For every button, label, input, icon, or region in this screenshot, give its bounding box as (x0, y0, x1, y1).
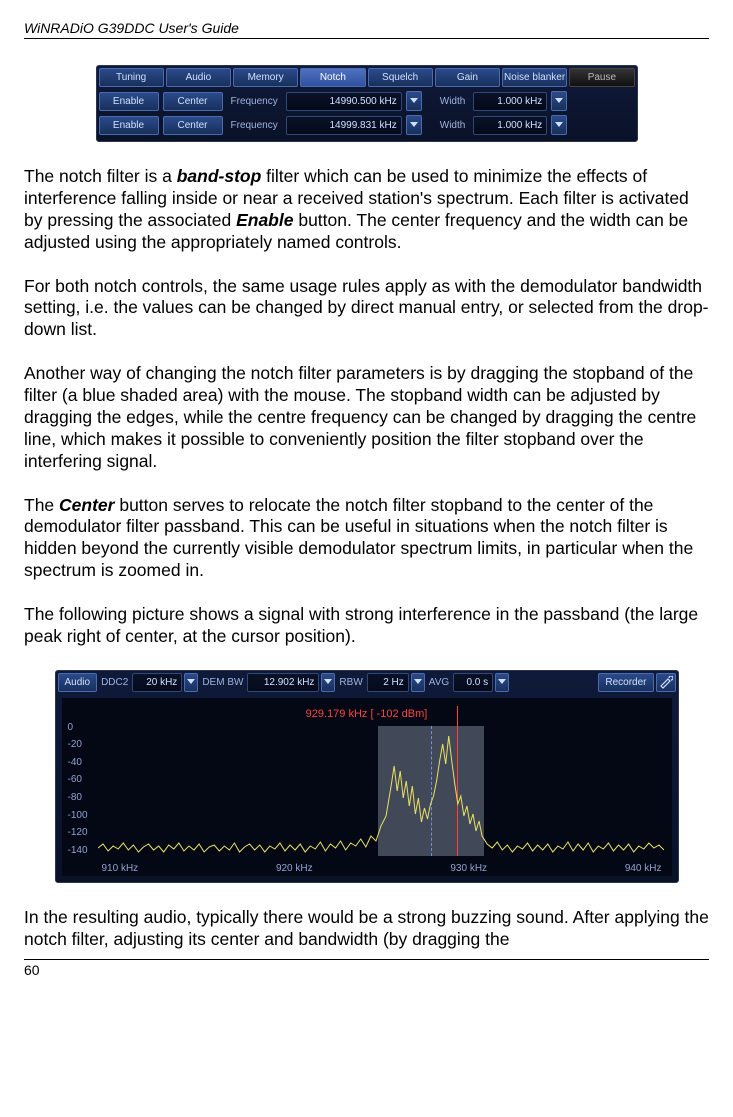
y-tick: -80 (68, 792, 88, 803)
frequency-input[interactable]: 14999.831 kHz (286, 116, 402, 135)
body-paragraph: In the resulting audio, typically there … (24, 907, 709, 951)
y-tick: -120 (68, 827, 88, 838)
page-header: WiNRADiO G39DDC User's Guide (24, 20, 709, 39)
body-paragraph: The following picture shows a signal wit… (24, 604, 709, 648)
y-tick: -60 (68, 774, 88, 785)
frequency-label: Frequency (227, 120, 282, 131)
tab-row: Tuning Audio Memory Notch Squelch Gain N… (99, 68, 635, 87)
x-tick: 910 kHz (102, 863, 139, 874)
width-dropdown[interactable] (551, 91, 567, 111)
text-bold: band-stop (177, 166, 262, 186)
width-label: Width (436, 120, 470, 131)
frequency-dropdown[interactable] (406, 91, 422, 111)
dembw-label: DEM BW (200, 677, 245, 688)
y-tick: -20 (68, 739, 88, 750)
rbw-dropdown[interactable] (411, 673, 425, 692)
text: The (24, 495, 59, 515)
frequency-label: Frequency (227, 96, 282, 107)
text-bold: Center (59, 495, 114, 515)
x-tick: 930 kHz (450, 863, 487, 874)
notch-row-1: Enable Center Frequency 14990.500 kHz Wi… (99, 91, 635, 111)
avg-dropdown[interactable] (495, 673, 509, 692)
recorder-button[interactable]: Recorder (598, 673, 653, 692)
avg-input[interactable]: 0.0 s (453, 673, 493, 692)
tab-audio[interactable]: Audio (166, 68, 231, 87)
text-bold: Enable (236, 210, 293, 230)
tab-squelch[interactable]: Squelch (368, 68, 433, 87)
spectrum-trace (98, 726, 664, 856)
notch-panel: Tuning Audio Memory Notch Squelch Gain N… (96, 65, 638, 142)
frequency-input[interactable]: 14990.500 kHz (286, 92, 402, 111)
enable-button[interactable]: Enable (99, 116, 159, 135)
x-tick: 920 kHz (276, 863, 313, 874)
tab-gain[interactable]: Gain (435, 68, 500, 87)
cursor-readout: 929.179 kHz [ -102 dBm] (306, 708, 428, 720)
width-input[interactable]: 1.000 kHz (473, 92, 547, 111)
tab-memory[interactable]: Memory (233, 68, 298, 87)
settings-icon[interactable] (656, 673, 676, 692)
width-label: Width (436, 96, 470, 107)
avg-label: AVG (427, 677, 451, 688)
page-number: 60 (24, 959, 709, 978)
x-tick: 940 kHz (625, 863, 662, 874)
width-input[interactable]: 1.000 kHz (473, 116, 547, 135)
dembw-input[interactable]: 12.902 kHz (247, 673, 319, 692)
y-tick: -40 (68, 757, 88, 768)
notch-row-2: Enable Center Frequency 14999.831 kHz Wi… (99, 115, 635, 135)
width-dropdown[interactable] (551, 115, 567, 135)
y-tick: -140 (68, 845, 88, 856)
body-paragraph: The Center button serves to relocate the… (24, 495, 709, 583)
text: The notch filter is a (24, 166, 177, 186)
y-tick: -100 (68, 810, 88, 821)
ddc2-label: DDC2 (99, 677, 130, 688)
body-paragraph: For both notch controls, the same usage … (24, 276, 709, 342)
spectrum-display[interactable]: 929.179 kHz [ -102 dBm] 0 -20 -40 -60 -8… (62, 698, 672, 876)
x-axis: 910 kHz 920 kHz 930 kHz 940 kHz (102, 863, 662, 874)
ddc2-dropdown[interactable] (184, 673, 198, 692)
spectrum-toolbar: Audio DDC2 20 kHz DEM BW 12.902 kHz RBW … (58, 673, 676, 692)
dembw-dropdown[interactable] (321, 673, 335, 692)
y-tick: 0 (68, 722, 88, 733)
tab-pause[interactable]: Pause (569, 68, 634, 87)
frequency-dropdown[interactable] (406, 115, 422, 135)
enable-button[interactable]: Enable (99, 92, 159, 111)
center-button[interactable]: Center (163, 116, 223, 135)
tab-noise-blanker[interactable]: Noise blanker (502, 68, 567, 87)
text: button serves to relocate the notch filt… (24, 495, 693, 581)
audio-button[interactable]: Audio (58, 673, 98, 692)
ddc2-input[interactable]: 20 kHz (132, 673, 182, 692)
tab-tuning[interactable]: Tuning (99, 68, 164, 87)
rbw-input[interactable]: 2 Hz (367, 673, 409, 692)
rbw-label: RBW (337, 677, 364, 688)
body-paragraph: Another way of changing the notch filter… (24, 363, 709, 472)
tab-notch[interactable]: Notch (300, 68, 365, 87)
body-paragraph: The notch filter is a band-stop filter w… (24, 166, 709, 254)
spectrum-panel: Audio DDC2 20 kHz DEM BW 12.902 kHz RBW … (55, 670, 679, 883)
center-button[interactable]: Center (163, 92, 223, 111)
y-axis: 0 -20 -40 -60 -80 -100 -120 -140 (68, 722, 88, 856)
